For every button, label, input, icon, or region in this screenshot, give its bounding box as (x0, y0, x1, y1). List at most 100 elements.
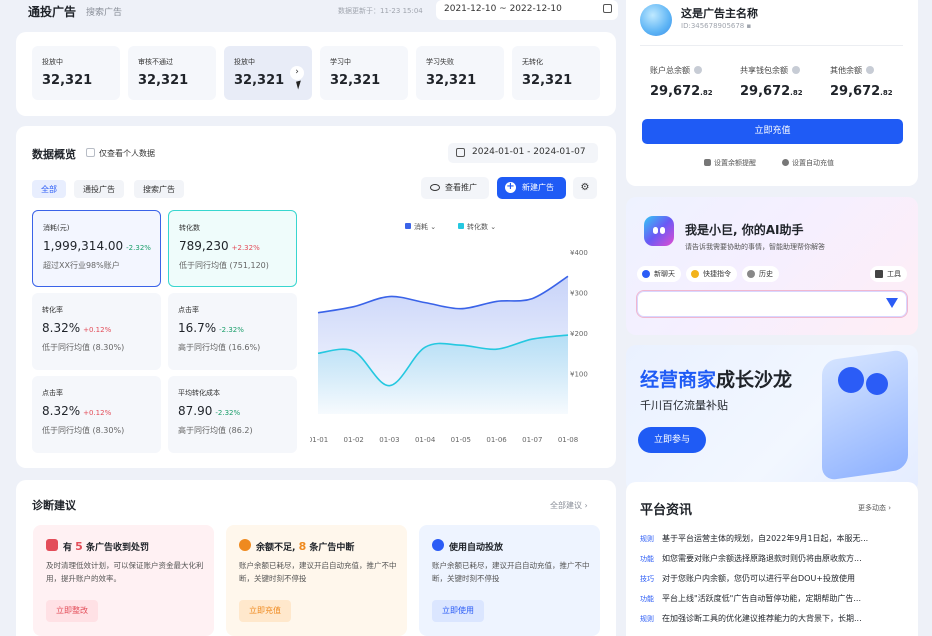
metric-label: 点击率 (178, 306, 199, 314)
chevron-right-icon[interactable]: › (290, 66, 304, 80)
diag-title: 使用自动投放 (449, 543, 504, 553)
stat-value: 32,321 (42, 73, 93, 88)
metric-sub: 低于同行均值 (8.30%) (42, 343, 125, 352)
x-tick-label: 01-07 (522, 436, 542, 444)
recharge-button[interactable]: 立即充值 (642, 119, 903, 144)
promo-subtitle: 千川百亿流量补贴 (640, 399, 728, 412)
bell-icon (704, 159, 711, 166)
overview-date-range[interactable]: 2024-01-01 - 2024-01-07 (448, 143, 598, 163)
eye-icon (430, 184, 440, 191)
tools-chip[interactable]: 工具 (870, 266, 907, 282)
page-header: 通投广告 搜索广告 数据更新于：11-23 15:04 2021-12-10 ~… (16, 0, 618, 24)
promo-person-shape (866, 373, 888, 395)
settings-button[interactable]: ⚙ (573, 177, 597, 199)
x-tick-label: 01-08 (558, 436, 578, 444)
view-promotion-button[interactable]: 查看推广 (421, 177, 489, 199)
update-time: 数据更新于：11-23 15:04 (338, 7, 423, 15)
join-now-button[interactable]: 立即参与 (638, 427, 706, 453)
diag-card-balance: 余额不足, 8 条广告中断 账户余额已耗尽，建议开启自动充值，推广不中断，关键时… (226, 525, 407, 636)
stat-running[interactable]: 投放中 32,321 (32, 46, 120, 100)
news-item[interactable]: 技巧 对于您账户内余额，您仍可以进行平台DOU+投放使用 (640, 573, 902, 584)
metric-conversion-rate[interactable]: 转化率 8.32% +0.12% 低于同行均值 (8.30%) (32, 293, 161, 370)
diag-desc: 及时清理低效计划，可以保证账户资金最大化利用，提升账户的效率。 (46, 561, 204, 583)
metric-ctr[interactable]: 点击率 16.7% -2.32% 高于同行均值 (16.6%) (168, 293, 297, 370)
balance-value: 29,672.82 (830, 84, 893, 99)
metric-label: 消耗(元) (43, 224, 70, 232)
header-date-range[interactable]: 2021-12-10 ~ 2022-12-10 (436, 0, 618, 20)
spark-icon (691, 270, 699, 278)
metric-sub: 低于同行均值 (751,120) (179, 261, 269, 270)
fix-now-button[interactable]: 立即整改 (46, 600, 98, 622)
balance-value: 29,672.82 (650, 84, 713, 99)
stat-learning-failed[interactable]: 学习失败 32,321 (416, 46, 504, 100)
warning-icon (46, 539, 58, 551)
send-icon[interactable] (886, 298, 898, 308)
overview-title: 数据概览 (32, 148, 76, 161)
news-item[interactable]: 规则 在加强诊断工具的优化建议推荐能力的大背景下，长期... (640, 613, 902, 624)
news-item[interactable]: 功能 平台上线"活跃度低"广告自动暂停功能，定期帮助广告... (640, 593, 902, 604)
page-title: 通投广告 (28, 5, 77, 19)
x-tick-label: 01-03 (379, 436, 399, 444)
help-icon (792, 66, 800, 74)
legend-item-cost[interactable]: 消耗 ⌄ (405, 222, 436, 232)
tab-general-ads[interactable]: 通投广告 (74, 180, 124, 198)
x-tick-label: 01-04 (415, 436, 436, 444)
stat-running-hover[interactable]: 投放中 32,321 › (224, 46, 312, 100)
stat-value: 32,321 (522, 73, 573, 88)
all-suggestions-link[interactable]: 全部建议 › (550, 500, 588, 511)
calendar-icon (603, 4, 612, 13)
more-news-link[interactable]: 更多动态 › (858, 503, 891, 513)
new-ad-button[interactable]: + 新建广告 (497, 177, 566, 199)
news-item[interactable]: 功能 如您需要对账户余额选择原路退款时则仍将由原收款方... (640, 553, 902, 564)
x-tick-label: 01-05 (451, 436, 471, 444)
ai-chat-input[interactable] (636, 290, 908, 318)
tab-search-ads[interactable]: 搜索广告 (86, 5, 122, 18)
promo-banner[interactable]: 经营商家成长沙龙 千川百亿流量补贴 立即参与 (626, 345, 918, 492)
stat-label: 审核不通过 (138, 58, 173, 66)
stat-rejected[interactable]: 审核不通过 32,321 (128, 46, 216, 100)
y-tick-label: ¥400 (570, 249, 588, 257)
promo-title: 经营商家成长沙龙 (640, 369, 793, 391)
clock-icon (782, 159, 789, 166)
metric-sub: 高于同行均值 (16.6%) (178, 343, 261, 352)
header-date-range-text: 2021-12-10 ~ 2022-12-10 (444, 4, 562, 14)
stat-value: 32,321 (234, 73, 285, 88)
stat-value: 32,321 (330, 73, 381, 88)
promo-person-shape (838, 367, 864, 393)
legend-item-conversions[interactable]: 转化数 ⌄ (458, 222, 496, 232)
tab-all[interactable]: 全部 (32, 180, 66, 198)
stat-learning[interactable]: 学习中 32,321 (320, 46, 408, 100)
history-icon (747, 270, 755, 278)
metric-value: 1,999,314.00 -2.32% (43, 239, 151, 253)
diag-desc: 账户余额已耗尽，建议开启自动充值，推广不中断，关键时刻不停投 (239, 561, 397, 583)
overview-date-text: 2024-01-01 - 2024-01-07 (472, 147, 586, 157)
news-item[interactable]: 规则 基于平台运营主体的规划，自2022年9月1日起，本服无... (640, 533, 902, 544)
metric-value: 16.7% -2.32% (178, 321, 244, 335)
history-chip[interactable]: 历史 (742, 266, 779, 282)
metric-value: 8.32% +0.12% (42, 404, 112, 418)
use-now-button[interactable]: 立即使用 (432, 600, 484, 622)
balance-alert-link[interactable]: 设置余额提醒 (704, 158, 756, 168)
diag-title: 有 5 条广告收到处罚 (63, 540, 149, 553)
plus-icon: + (505, 181, 516, 193)
stat-no-conversion[interactable]: 无转化 32,321 (512, 46, 600, 100)
metric-avg-cost[interactable]: 平均转化成本 87.90 -2.32% 高于同行均值 (86.2) (168, 376, 297, 453)
diagnosis-title: 诊断建议 (32, 499, 76, 512)
avatar (640, 4, 672, 36)
x-tick-label: 01-06 (486, 436, 507, 444)
metric-conversions[interactable]: 转化数 789,230 +2.32% 低于同行均值 (751,120) (168, 210, 297, 287)
stat-label: 无转化 (522, 58, 543, 66)
grid-icon (875, 270, 883, 278)
new-chat-chip[interactable]: 新聊天 (637, 266, 681, 282)
tab-search-ads[interactable]: 搜索广告 (134, 180, 184, 198)
stat-label: 学习中 (330, 58, 351, 66)
metric-ctr-2[interactable]: 点击率 8.32% +0.12% 低于同行均值 (8.30%) (32, 376, 161, 453)
auto-recharge-link[interactable]: 设置自动充值 (782, 158, 834, 168)
metric-cost[interactable]: 消耗(元) 1,999,314.00 -2.32% 超过XX行业98%账户 (32, 210, 161, 287)
recharge-now-button[interactable]: 立即充值 (239, 600, 291, 622)
diag-card-penalty: 有 5 条广告收到处罚 及时清理低效计划，可以保证账户资金最大化利用，提升账户的… (33, 525, 214, 636)
y-tick-label: ¥300 (570, 290, 588, 298)
stat-value: 32,321 (426, 73, 477, 88)
personal-data-checkbox[interactable] (86, 148, 95, 157)
quick-command-chip[interactable]: 快捷指令 (686, 266, 737, 282)
